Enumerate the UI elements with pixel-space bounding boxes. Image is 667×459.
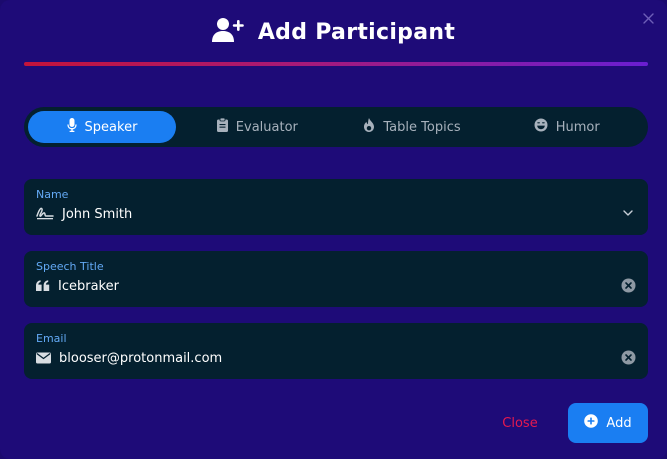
name-field[interactable]: Name John Smith bbox=[24, 179, 648, 235]
quote-icon bbox=[36, 277, 50, 296]
dialog-header: Add Participant bbox=[0, 14, 667, 50]
speech-title-value: Icebraker bbox=[58, 279, 119, 294]
speech-title-field[interactable]: Speech Title Icebraker bbox=[24, 251, 648, 307]
plus-circle-icon bbox=[584, 414, 599, 432]
tab-table-topics[interactable]: Table Topics bbox=[335, 111, 490, 143]
tab-label: Humor bbox=[555, 119, 600, 135]
envelope-icon bbox=[36, 349, 51, 368]
email-value: blooser@protonmail.com bbox=[59, 351, 223, 366]
add-participant-dialog: Add Participant Speaker Evaluator Table … bbox=[0, 0, 667, 459]
tab-label: Speaker bbox=[84, 119, 138, 135]
name-label: Name bbox=[36, 188, 69, 201]
name-value: John Smith bbox=[62, 207, 133, 222]
speech-title-label: Speech Title bbox=[36, 260, 104, 273]
fire-icon bbox=[363, 118, 375, 136]
add-button-label: Add bbox=[606, 415, 632, 431]
clear-icon[interactable] bbox=[620, 349, 636, 365]
user-plus-icon bbox=[211, 17, 244, 47]
close-button[interactable]: Close bbox=[494, 412, 546, 434]
tab-speaker[interactable]: Speaker bbox=[28, 111, 176, 143]
header-divider bbox=[24, 62, 648, 66]
laugh-icon bbox=[534, 118, 548, 136]
email-field[interactable]: Email blooser@protonmail.com bbox=[24, 323, 648, 379]
tab-label: Evaluator bbox=[235, 119, 298, 135]
tab-label: Table Topics bbox=[383, 119, 461, 135]
participant-type-tabs: Speaker Evaluator Table Topics Humor bbox=[24, 107, 648, 147]
clipboard-icon bbox=[216, 117, 228, 136]
tab-humor[interactable]: Humor bbox=[489, 111, 644, 143]
signature-icon bbox=[36, 205, 54, 224]
add-button[interactable]: Add bbox=[568, 403, 648, 443]
clear-icon[interactable] bbox=[620, 277, 636, 293]
dialog-title: Add Participant bbox=[257, 19, 456, 45]
microphone-icon bbox=[66, 118, 77, 136]
chevron-down-icon[interactable] bbox=[620, 205, 636, 221]
tab-evaluator[interactable]: Evaluator bbox=[180, 111, 335, 143]
email-label: Email bbox=[36, 332, 67, 345]
